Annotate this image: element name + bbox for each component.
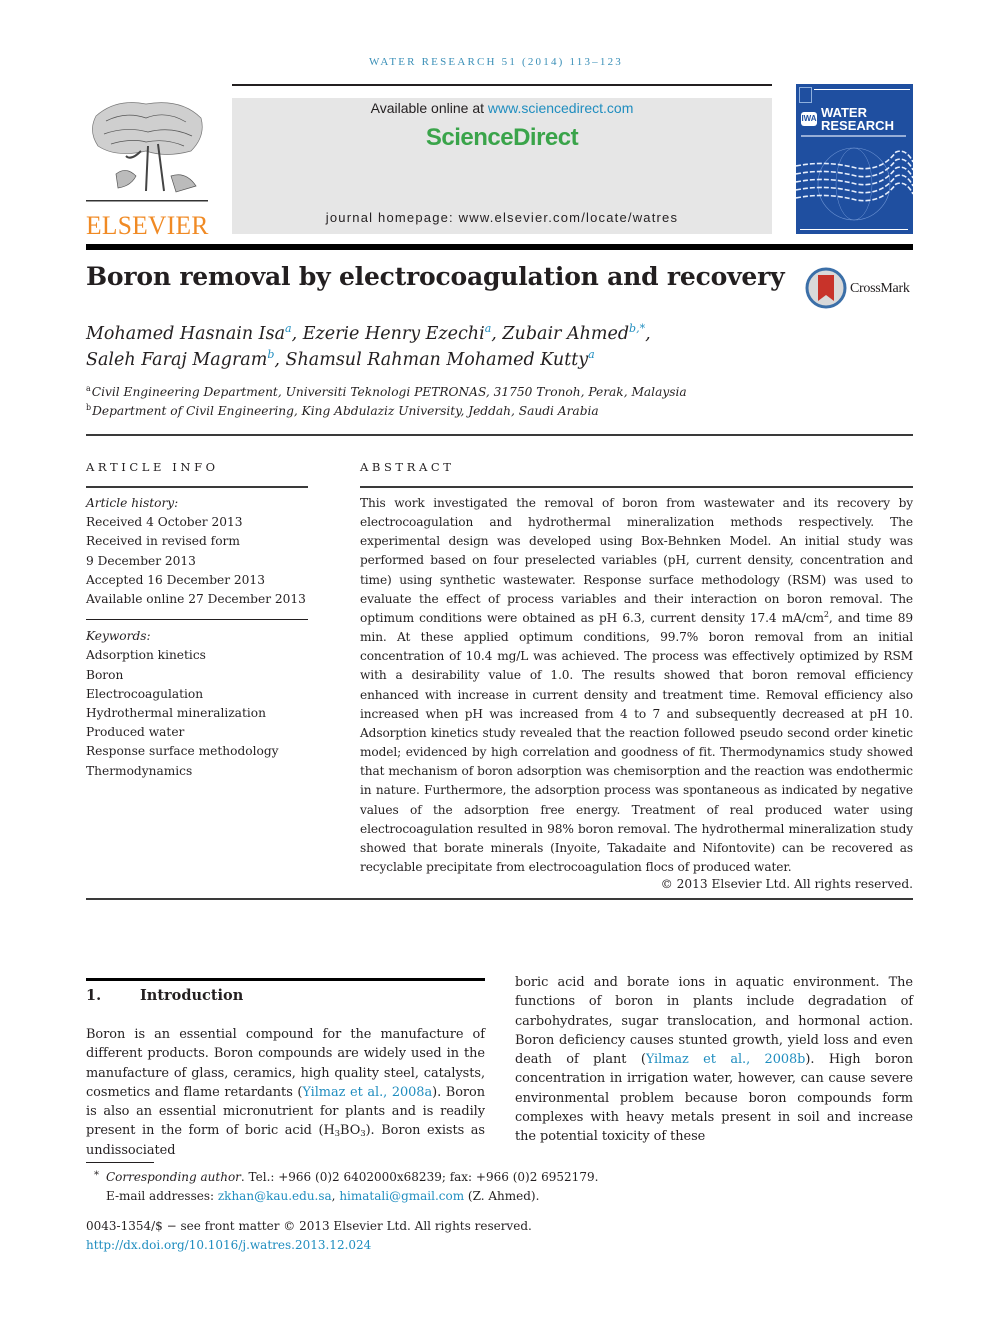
affiliation-key: a xyxy=(86,384,91,393)
history-item: Received in revised form xyxy=(86,534,240,549)
history-item: Accepted 16 December 2013 xyxy=(86,572,265,587)
corresponding-author-footnote: * Corresponding author. Tel.: +966 (0)2 6… xyxy=(94,1167,598,1205)
crossmark-button[interactable]: CrossMark xyxy=(805,267,917,309)
affil-marker[interactable]: b,* xyxy=(629,322,645,335)
keyword-item[interactable]: Adsorption kinetics xyxy=(86,646,308,665)
issn-line: 0043-1354/$ − see front matter © 2013 El… xyxy=(86,1219,532,1233)
author-separator: , xyxy=(645,324,651,344)
affiliation-text: Civil Engineering Department, Universiti… xyxy=(91,385,687,399)
keyword-item[interactable]: Hydrothermal mineralization xyxy=(86,704,308,723)
keyword-item[interactable]: Boron xyxy=(86,666,308,685)
header-top-rule xyxy=(232,84,772,86)
author-separator: , xyxy=(291,324,303,344)
abstract-body: This work investigated the removal of bo… xyxy=(360,494,913,877)
section-rule xyxy=(86,978,485,981)
abstract-text-part: This work investigated the removal of bo… xyxy=(360,496,913,625)
footnote-line-1: * Corresponding author. Tel.: +966 (0)2 6… xyxy=(94,1167,598,1187)
doi-link[interactable]: http://dx.doi.org/10.1016/j.watres.2013.… xyxy=(86,1238,371,1252)
copyright-notice: © 2013 Elsevier Ltd. All rights reserved… xyxy=(660,877,913,891)
affiliation-b: bDepartment of Civil Engineering, King A… xyxy=(86,403,599,418)
section-title: Introduction xyxy=(140,987,244,1004)
divider xyxy=(360,486,913,488)
authors-line-2: Saleh Faraj Magramb, Shamsul Rahman Moha… xyxy=(86,348,595,370)
author-name[interactable]: Ezerie Henry Ezechi xyxy=(303,324,485,344)
journal-cover-image[interactable]: IWA WATER RESEARCH xyxy=(796,84,913,234)
sciencedirect-logo[interactable]: ScienceDirect xyxy=(232,124,772,152)
citation-link[interactable]: Yilmaz et al., 2008b xyxy=(646,1052,806,1067)
elsevier-wordmark: ELSEVIER xyxy=(86,211,209,240)
available-online-text: Available online at www.sciencedirect.co… xyxy=(232,100,772,116)
email-suffix: (Z. Ahmed). xyxy=(464,1188,540,1203)
citation-link[interactable]: Yilmaz et al., 2008a xyxy=(302,1085,432,1100)
keyword-item[interactable]: Electrocoagulation xyxy=(86,685,308,704)
divider xyxy=(86,434,913,436)
author-name[interactable]: Mohamed Hasnain Isa xyxy=(86,324,285,344)
affiliation-text: Department of Civil Engineering, King Ab… xyxy=(92,404,599,418)
sciencedirect-link[interactable]: www.sciencedirect.com xyxy=(488,100,634,116)
email-link[interactable]: himatali@gmail.com xyxy=(339,1189,464,1203)
history-item: 9 December 2013 xyxy=(86,553,196,568)
article-info-panel: Article history: Received 4 October 2013… xyxy=(86,494,308,781)
running-head: WATER RESEARCH 51 (2014) 113–123 xyxy=(369,56,623,68)
cover-wave-graphic-icon xyxy=(796,147,913,221)
keyword-item[interactable]: Produced water xyxy=(86,723,308,742)
journal-homepage-link[interactable]: journal homepage: www.elsevier.com/locat… xyxy=(232,210,772,225)
article-history-label: Article history: xyxy=(86,496,179,510)
elsevier-tree-icon xyxy=(86,102,208,202)
iwa-logo-icon: IWA xyxy=(801,112,817,126)
affil-marker[interactable]: a xyxy=(588,348,595,361)
intro-paragraph-right: boric acid and borate ions in aquatic en… xyxy=(515,973,913,1147)
divider xyxy=(86,486,308,488)
cover-elsevier-icon xyxy=(799,87,812,103)
email-link[interactable]: zkhan@kau.edu.sa xyxy=(218,1189,332,1203)
history-item: Available online 27 December 2013 xyxy=(86,592,306,607)
available-online-prefix: Available online at xyxy=(370,100,488,116)
footnote-rule xyxy=(86,1162,154,1163)
cover-strip xyxy=(814,89,910,90)
footnote-line-2: E-mail addresses: zkhan@kau.edu.sa, hima… xyxy=(94,1187,598,1206)
intro-paragraph-left: Boron is an essential compound for the m… xyxy=(86,1025,485,1160)
author-name[interactable]: Shamsul Rahman Mohamed Kutty xyxy=(286,350,589,370)
affiliation-a: aCivil Engineering Department, Universit… xyxy=(86,384,687,399)
keyword-item[interactable]: Response surface methodology xyxy=(86,742,308,761)
footnote-label: Corresponding author xyxy=(106,1170,241,1184)
section-heading-introduction: 1. Introduction xyxy=(86,987,243,1004)
cover-title-line2: RESEARCH xyxy=(821,118,894,133)
affiliation-key: b xyxy=(86,403,92,412)
front-matter: 0043-1354/$ − see front matter © 2013 El… xyxy=(86,1217,532,1254)
keywords-label: Keywords: xyxy=(86,629,151,644)
divider xyxy=(86,898,913,900)
author-name[interactable]: Saleh Faraj Magram xyxy=(86,350,267,370)
author-name[interactable]: Zubair Ahmed xyxy=(502,324,629,344)
keyword-item[interactable]: Thermodynamics xyxy=(86,762,308,781)
email-label: E-mail addresses: xyxy=(106,1188,218,1203)
cover-title: WATER RESEARCH xyxy=(821,106,894,132)
authors-line-1: Mohamed Hasnain Isaa, Ezerie Henry Ezech… xyxy=(86,322,651,344)
abstract-heading: ABSTRACT xyxy=(360,460,455,474)
author-separator: , xyxy=(274,350,286,370)
crossmark-label: CrossMark xyxy=(850,281,910,296)
cover-base-line xyxy=(800,229,908,230)
footnote-marker: * xyxy=(94,1170,99,1181)
footnote-contact: . Tel.: +966 (0)2 6402000x68239; fax: +9… xyxy=(240,1170,599,1184)
header-thick-rule xyxy=(86,244,913,250)
section-number: 1. xyxy=(86,987,102,1004)
crossmark-icon xyxy=(805,267,847,309)
article-title: Boron removal by electrocoagulation and … xyxy=(86,262,785,291)
body-text: BO xyxy=(340,1123,361,1139)
author-separator: , xyxy=(491,324,503,344)
divider xyxy=(86,619,308,621)
article-info-heading: ARTICLE INFO xyxy=(86,460,219,474)
history-item: Received 4 October 2013 xyxy=(86,515,243,530)
elsevier-logo[interactable]: ELSEVIER xyxy=(86,96,208,240)
sciencedirect-banner: Available online at www.sciencedirect.co… xyxy=(232,98,772,234)
cover-subtitle xyxy=(801,135,906,137)
abstract-text-part: , and time 89 min. At these applied opti… xyxy=(360,610,913,874)
